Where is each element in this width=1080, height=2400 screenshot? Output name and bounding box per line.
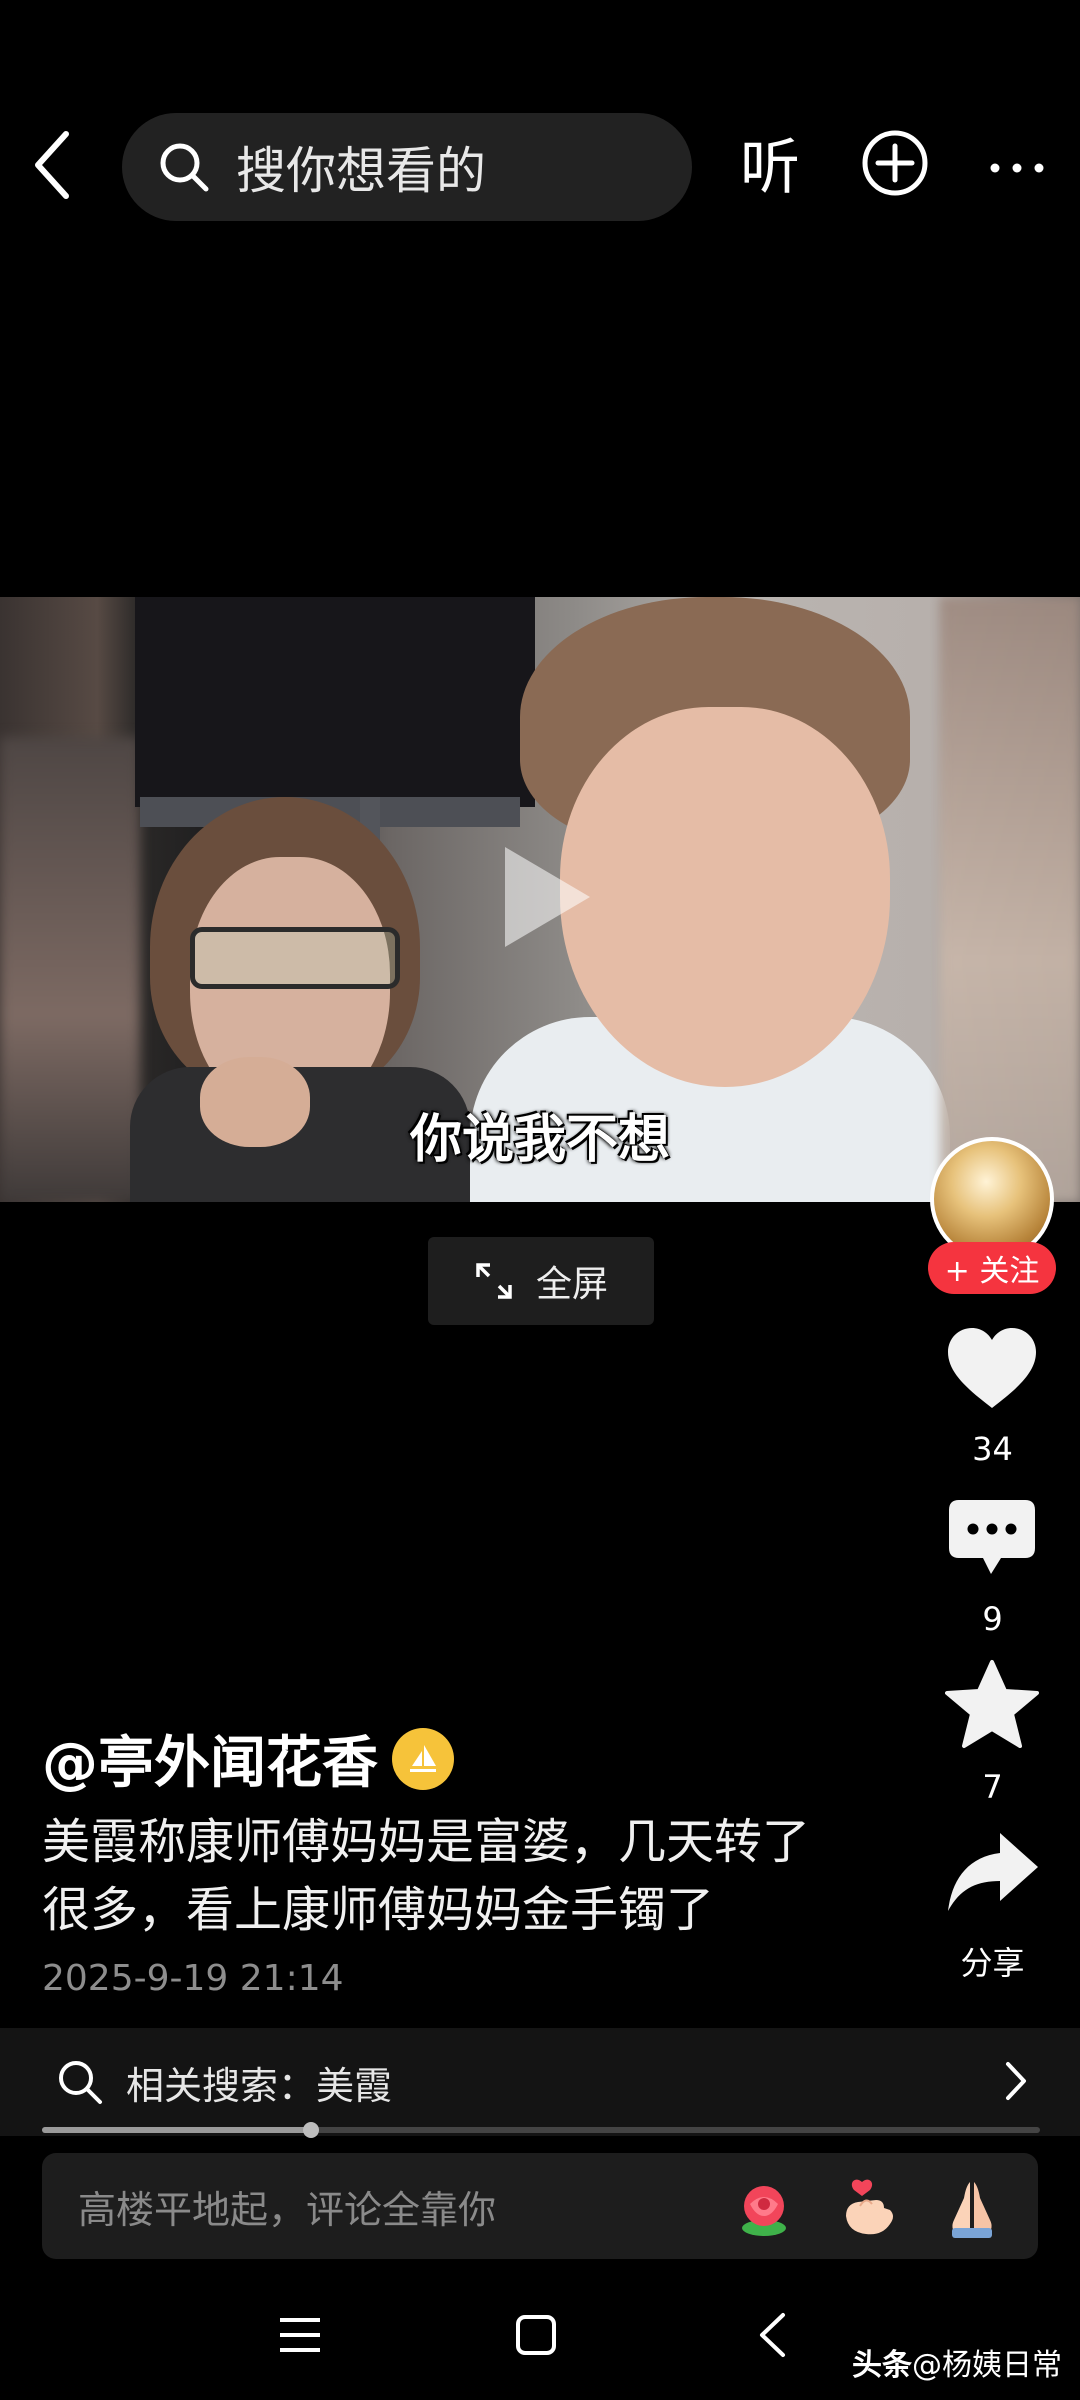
add-button[interactable] [860,128,930,198]
back-button[interactable] [22,125,82,205]
favorite-count: 7 [982,1768,1003,1806]
listen-button[interactable]: 听 [740,128,800,208]
author-handle[interactable]: @亭外闻花香 [42,1718,378,1799]
home-button[interactable] [496,2300,576,2370]
share-icon [948,1833,1038,1911]
chevron-left-icon [35,131,69,199]
video-subtitle: 你说我不想 [409,1110,670,1170]
pray-emoji-icon[interactable] [940,2176,1004,2240]
video-player[interactable]: 你说我不想 [0,597,1080,1202]
comment-icon [949,1500,1035,1574]
share-label: 分享 [960,1944,1025,1982]
fullscreen-label: 全屏 [535,1264,608,1305]
post-description[interactable]: 美霞称康师傅妈妈是富婆，几天转了 很多，看上康师傅妈妈金手镯了 [42,1808,902,1944]
comment-button[interactable] [942,1488,1042,1588]
expand-icon [476,1263,512,1299]
share-button[interactable] [942,1822,1042,1922]
verified-badge-icon [392,1727,454,1790]
video-person-left-glasses [190,927,400,989]
search-icon [59,2061,102,2104]
chevron-right-icon [1006,2062,1026,2100]
related-search-bar[interactable]: 相关搜索：美霞 [0,2028,1080,2136]
plus-circle-icon [862,130,928,196]
home-square-icon [516,2315,556,2355]
fullscreen-button[interactable]: 全屏 [428,1237,654,1325]
video-background-wall [135,597,535,807]
system-back-button[interactable] [732,2300,812,2370]
heart-icon [948,1328,1036,1408]
star-icon [945,1660,1039,1748]
watermark: 头条@杨姨日常 [852,2340,1062,2384]
author-name[interactable]: @亭外闻花香 [42,1718,454,1799]
post-date: 2025-9-19 21:14 [42,1958,344,1999]
comment-placeholder: 高楼平地起，评论全靠你 [78,2187,497,2232]
related-search-label: 相关搜索：美霞 [126,2063,393,2108]
like-count: 34 [972,1430,1013,1468]
post-description-line: 美霞称康师傅妈妈是富婆，几天转了 [42,1814,811,1870]
search-icon [160,143,209,192]
rose-emoji-icon[interactable] [732,2176,796,2240]
more-button[interactable] [982,138,1052,198]
favorite-button[interactable] [942,1654,1042,1754]
play-icon[interactable] [495,842,595,952]
menu-button[interactable] [260,2300,340,2370]
comment-count: 9 [982,1600,1003,1638]
follow-button[interactable]: + 关注 [928,1242,1056,1294]
watermark-handle: @杨姨日常 [912,2348,1062,2383]
search-placeholder: 搜你想看的 [236,142,486,200]
video-progress-fill [42,2127,311,2133]
like-button[interactable] [942,1318,1042,1418]
finger-heart-emoji-icon[interactable] [836,2176,900,2240]
search-input[interactable]: 搜你想看的 [122,113,692,221]
watermark-brand: 头条 [852,2348,912,2383]
video-progress-knob[interactable] [303,2122,319,2138]
video-person-right-face [560,707,890,1087]
menu-icon [280,2318,320,2352]
more-icon [990,163,1044,173]
post-description-line: 很多，看上康师傅妈妈金手镯了 [42,1882,715,1938]
chevron-left-icon [760,2313,785,2357]
